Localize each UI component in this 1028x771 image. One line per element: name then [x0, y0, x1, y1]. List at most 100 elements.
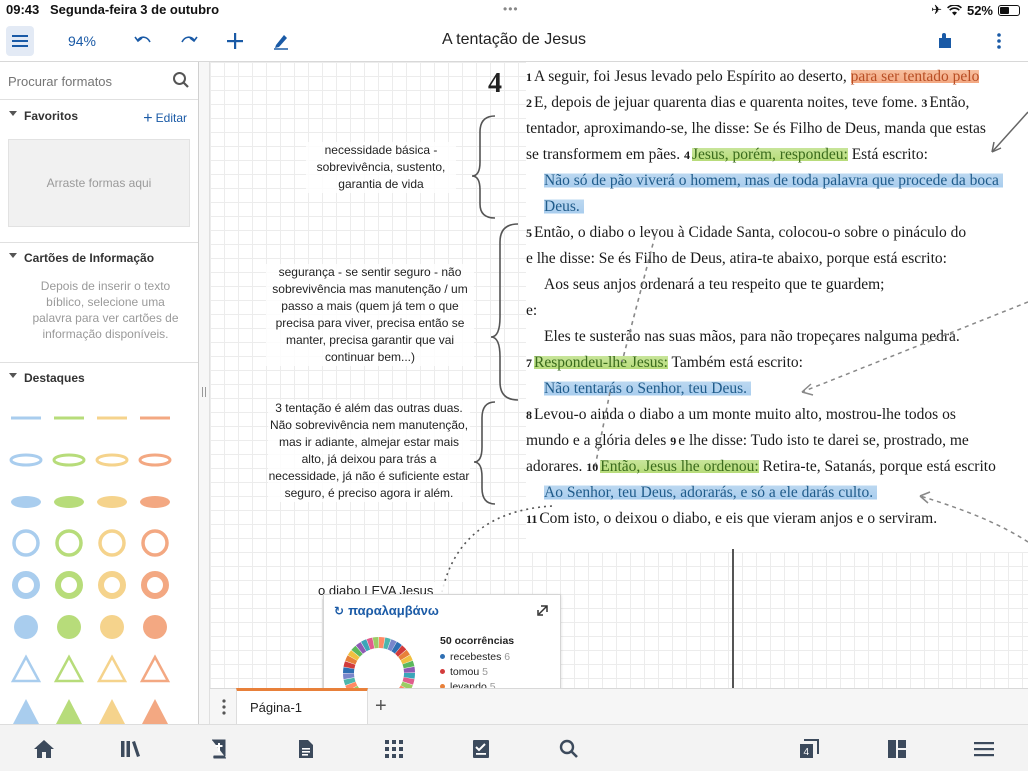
favorites-dropzone[interactable]: Arraste formas aqui — [8, 139, 190, 227]
bottom-nav: 4 — [0, 724, 1028, 771]
highlight-filled-circle[interactable] — [143, 615, 167, 639]
nav-search[interactable] — [557, 737, 581, 761]
highlight-thick-circle[interactable] — [98, 571, 126, 599]
note-terceira-tentacao[interactable]: 3 tentação é além das outras duas. Não s… — [268, 400, 470, 502]
status-bar: 09:43 Segunda-feira 3 de outubro ••• ✈ 5… — [0, 0, 1028, 20]
plus-icon: + — [375, 695, 387, 717]
highlights-label: Destaques — [24, 371, 85, 385]
highlight-outline-ellipse[interactable] — [138, 453, 172, 467]
shape-search-input[interactable] — [8, 70, 168, 92]
highlight-circle[interactable] — [98, 529, 126, 557]
vertical-divider-line — [732, 549, 734, 688]
nav-menu[interactable] — [972, 737, 996, 761]
highlight-thick-circle[interactable] — [55, 571, 83, 599]
layers-icon: 4 — [800, 739, 819, 758]
canvas[interactable]: 4 1A seguir, foi Jesus levado pelo Espír… — [210, 62, 1028, 688]
highlight-filled-ellipse[interactable] — [140, 496, 170, 508]
nav-layers[interactable]: 4 — [797, 737, 821, 761]
add-button[interactable] — [222, 26, 248, 56]
highlight-outline-ellipse[interactable] — [95, 453, 129, 467]
grip-icon — [202, 387, 206, 397]
highlight-circle[interactable] — [141, 529, 169, 557]
highlight-filled-triangle[interactable] — [142, 699, 168, 724]
more-button[interactable] — [986, 26, 1012, 56]
highlight-triangle[interactable] — [96, 654, 128, 683]
info-cards-text: Depois de inserir o texto bíblico, selec… — [32, 279, 179, 341]
nav-layout[interactable] — [885, 737, 909, 761]
highlight-circle[interactable] — [55, 529, 83, 557]
search-icon[interactable] — [172, 71, 190, 89]
favorites-header[interactable]: Favoritos + Editar — [0, 102, 198, 130]
nav-bible[interactable] — [207, 737, 231, 761]
occurrence-count: 50 ocorrências — [440, 635, 515, 647]
multitask-dots-icon[interactable]: ••• — [503, 2, 519, 16]
highlight-thick-circle[interactable] — [12, 571, 40, 599]
menu-icon — [12, 35, 28, 47]
refresh-icon: ↻ — [334, 604, 345, 618]
highlight-triangle[interactable] — [10, 654, 42, 683]
nav-checklist[interactable] — [469, 737, 493, 761]
highlights-header[interactable]: Destaques — [0, 364, 198, 392]
edit-label: Editar — [155, 111, 187, 125]
highlight-circle[interactable] — [12, 529, 40, 557]
highlight-filled-ellipse[interactable] — [97, 496, 127, 508]
zoom-level[interactable]: 94% — [58, 26, 106, 56]
plugin-button[interactable] — [932, 26, 958, 56]
highlight-filled-circle[interactable] — [14, 615, 38, 639]
highlight-filled-circle[interactable] — [100, 615, 124, 639]
svg-text:4: 4 — [804, 747, 810, 758]
add-page-button[interactable]: + — [375, 695, 387, 718]
arrow-head-icon — [801, 383, 814, 396]
expand-icon[interactable] — [536, 603, 550, 617]
divider — [0, 362, 198, 363]
occurrence-row[interactable]: levando 5 — [440, 680, 514, 688]
highlight-filled-ellipse[interactable] — [11, 496, 41, 508]
document-title: A tentação de Jesus — [441, 31, 587, 48]
highlight-filled-ellipse[interactable] — [54, 496, 84, 508]
highlight-triangle[interactable] — [139, 654, 171, 683]
highlight-outline-ellipse[interactable] — [52, 453, 86, 467]
more-icon[interactable] — [218, 698, 230, 716]
dotted-arrow — [801, 301, 1028, 393]
occurrence-row[interactable]: tomou 5 — [440, 665, 514, 680]
info-cards-header[interactable]: Cartões de Informação — [0, 244, 198, 272]
highlight-filled-triangle[interactable] — [99, 699, 125, 724]
nav-apps[interactable] — [382, 737, 406, 761]
redo-button[interactable] — [176, 26, 202, 56]
occurrence-label: recebestes — [450, 651, 502, 663]
highlight-filled-triangle[interactable] — [56, 699, 82, 724]
status-right: ✈ 52% — [931, 2, 1020, 18]
highlight-triangle[interactable] — [53, 654, 85, 683]
edit-favorites-button[interactable]: + Editar — [143, 109, 187, 127]
menu-button[interactable] — [6, 26, 34, 56]
nav-library[interactable] — [119, 737, 143, 761]
highlight-filled-circle[interactable] — [57, 615, 81, 639]
battery-percent: 52% — [966, 2, 993, 18]
nav-home[interactable] — [32, 737, 56, 761]
tab-pagina-1[interactable]: Página-1 — [236, 688, 368, 725]
divider — [0, 242, 198, 243]
toolbar: 94% A tentação de Jesus — [0, 20, 1028, 62]
plus-icon: + — [143, 110, 153, 127]
highlight-thick-circle[interactable] — [141, 571, 169, 599]
nav-document[interactable] — [294, 737, 318, 761]
highlight-outline-ellipse[interactable] — [9, 453, 43, 467]
note-seguranca[interactable]: segurança - se sentir seguro - não sobre… — [266, 264, 474, 366]
checklist-icon — [473, 740, 489, 758]
undo-icon — [134, 36, 151, 43]
pen-button[interactable] — [268, 26, 294, 56]
layout-icon — [888, 740, 906, 758]
greek-word: παραλαμβάνω — [348, 603, 439, 618]
chevron-down-icon — [9, 373, 17, 378]
undo-button[interactable] — [130, 26, 156, 56]
bible-icon — [212, 739, 226, 759]
highlight-shapes — [9, 416, 172, 724]
favorites-label: Favoritos — [24, 109, 79, 123]
word-info-card[interactable]: ↻ παραλαμβάνω 50 ocorrências recebestes 6… — [323, 594, 561, 688]
brace-2 — [490, 223, 519, 401]
redo-icon — [181, 36, 198, 43]
note-necessidade[interactable]: necessidade básica - sobrevivência, sust… — [306, 142, 456, 193]
highlight-filled-triangle[interactable] — [13, 699, 39, 724]
occurrence-row[interactable]: recebestes 6 — [440, 650, 514, 665]
panel-splitter[interactable] — [199, 62, 210, 724]
